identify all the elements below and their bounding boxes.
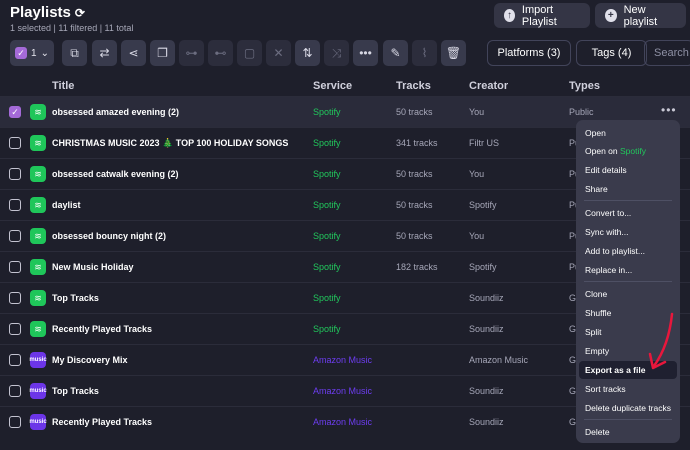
menu-item-share[interactable]: Share [585,184,608,194]
select-all-dropdown[interactable]: ✓ 1 ⌄ [10,40,54,66]
sort-icon[interactable]: ⇅ [295,40,320,66]
menu-item-empty[interactable]: Empty [585,346,609,356]
menu-item-delete-duplicate-tracks[interactable]: Delete duplicate tracks [585,403,671,413]
merge-icon[interactable]: ⧉ [62,40,87,66]
menu-item-shuffle[interactable]: Shuffle [585,308,611,318]
plus-circle-icon: + [605,9,617,22]
row-checkbox[interactable] [9,261,21,273]
row-checkbox[interactable] [9,292,21,304]
menu-item-replace-in[interactable]: Replace in... [585,265,632,275]
spotify-icon: ≋ [30,259,46,275]
menu-item-open[interactable]: Open [585,128,606,138]
column-header-title[interactable]: Title [52,80,74,92]
spotify-icon: ≋ [30,228,46,244]
menu-divider [584,200,672,201]
menu-item-split[interactable]: Split [585,327,602,337]
row-checkbox[interactable] [9,323,21,335]
column-header-service[interactable]: Service [313,80,352,92]
menu-divider [584,281,672,282]
selection-summary: 1 selected | 11 filtered | 11 total [10,23,134,33]
edit-pencil-icon[interactable]: ✎ [383,40,408,66]
toolbar: ✓ 1 ⌄ ⧉ ⇄ ⋖ ❐ ⊶ ⊷ ▢ ✕ ⇅ ⤨ ••• ✎ ⌇ 🗑 Plat… [10,40,690,68]
convert-icon[interactable]: ⇄ [92,40,117,66]
row-checkbox[interactable] [9,168,21,180]
spotify-icon: ≋ [30,290,46,306]
red-arrow-annotation [648,312,674,370]
spotify-icon: ≋ [30,104,46,120]
amazon-music-icon: music [29,352,47,368]
amazon-music-icon: music [29,383,47,399]
row-checkbox[interactable] [9,199,21,211]
cloud-upload-icon: ↑ [504,9,515,22]
row-checkbox[interactable] [9,354,21,366]
shuffle-disabled-icon[interactable]: ⤨ [324,40,349,66]
column-header-types[interactable]: Types [569,80,600,92]
link-disabled-icon[interactable]: ⊷ [208,40,233,66]
spotify-icon: ≋ [30,321,46,337]
row-checkbox[interactable] [9,230,21,242]
platforms-filter[interactable]: Platforms (3) [487,40,571,66]
page-title: Playlists [10,4,71,21]
chevron-down-icon: ⌄ [40,47,49,59]
spotify-icon: ≋ [30,197,46,213]
trash-icon[interactable]: 🗑 [441,40,466,66]
menu-item-edit-details[interactable]: Edit details [585,165,627,175]
menu-item-sync-with[interactable]: Sync with... [585,227,628,237]
tags-filter[interactable]: Tags (4) [576,40,647,66]
context-menu: Open Open on Spotify Edit details Share … [576,120,680,443]
share-icon[interactable]: ⋖ [121,40,146,66]
new-playlist-button[interactable]: + New playlist [595,3,686,28]
amazon-music-icon: music [29,414,47,430]
column-header-creator[interactable]: Creator [469,80,508,92]
more-dots-icon[interactable]: ••• [353,40,378,66]
row-checkbox[interactable] [9,137,21,149]
menu-item-add-to-playlist[interactable]: Add to playlist... [585,246,645,256]
copy-icon[interactable]: ❐ [150,40,175,66]
row-checkbox[interactable] [9,385,21,397]
select-all-checkbox[interactable]: ✓ [15,47,28,59]
broom-icon[interactable]: ⌇ [412,40,437,66]
spotify-icon: ≋ [30,135,46,151]
page-header: Playlists ⟳ 1 selected | 11 filtered | 1… [10,4,133,33]
import-playlist-button[interactable]: ↑ Import Playlist [494,3,590,28]
menu-item-open-on-spotify[interactable]: Open on Spotify [585,146,646,156]
row-checkbox[interactable] [9,416,21,428]
column-header-tracks[interactable]: Tracks [396,80,431,92]
spotify-icon: ≋ [30,166,46,182]
menu-item-delete[interactable]: Delete [585,427,610,437]
more-dots-icon[interactable]: ••• [661,103,677,117]
search-input[interactable]: Search [644,40,690,66]
menu-item-convert-to[interactable]: Convert to... [585,208,631,218]
menu-item-sort-tracks[interactable]: Sort tracks [585,384,626,394]
sync-disabled-icon[interactable]: ⊶ [179,40,204,66]
refresh-icon[interactable]: ⟳ [75,6,85,20]
split-disabled-icon[interactable]: ✕ [266,40,291,66]
menu-item-clone[interactable]: Clone [585,289,607,299]
row-checkbox[interactable]: ✓ [9,106,21,118]
menu-divider [584,419,672,420]
file-disabled-icon[interactable]: ▢ [237,40,262,66]
